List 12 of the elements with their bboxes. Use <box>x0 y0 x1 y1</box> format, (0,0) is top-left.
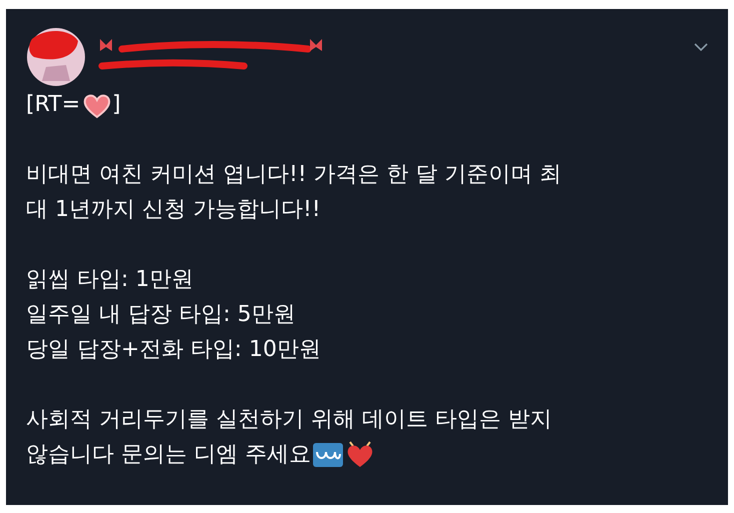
avatar <box>26 27 86 87</box>
tweet-text: ] <box>112 91 121 119</box>
tweet-text: 대 1년까지 신청 가능합니다!! <box>26 196 321 224</box>
chevron-down-icon[interactable] <box>694 43 708 52</box>
tweet-text: 읽씹 타입: 1만원 <box>26 266 194 294</box>
tweet-text: 일주일 내 답장 타입: 5만원 <box>26 301 296 329</box>
tweet-text: 비대면 여친 커미션 엽니다!! 가격은 한 달 기준이며 최 <box>26 161 562 189</box>
tweet-text: 사회적 거리두기를 실천하기 위해 데이트 타입은 받지 <box>26 406 552 434</box>
tweet-text: 않습니다 문의는 디엠 주세요 <box>26 441 311 469</box>
tweet-text: [RT= <box>26 91 80 119</box>
tweet-text: 당일 답장+전화 타입: 10만원 <box>26 336 321 364</box>
double-loop-icon <box>312 442 343 468</box>
